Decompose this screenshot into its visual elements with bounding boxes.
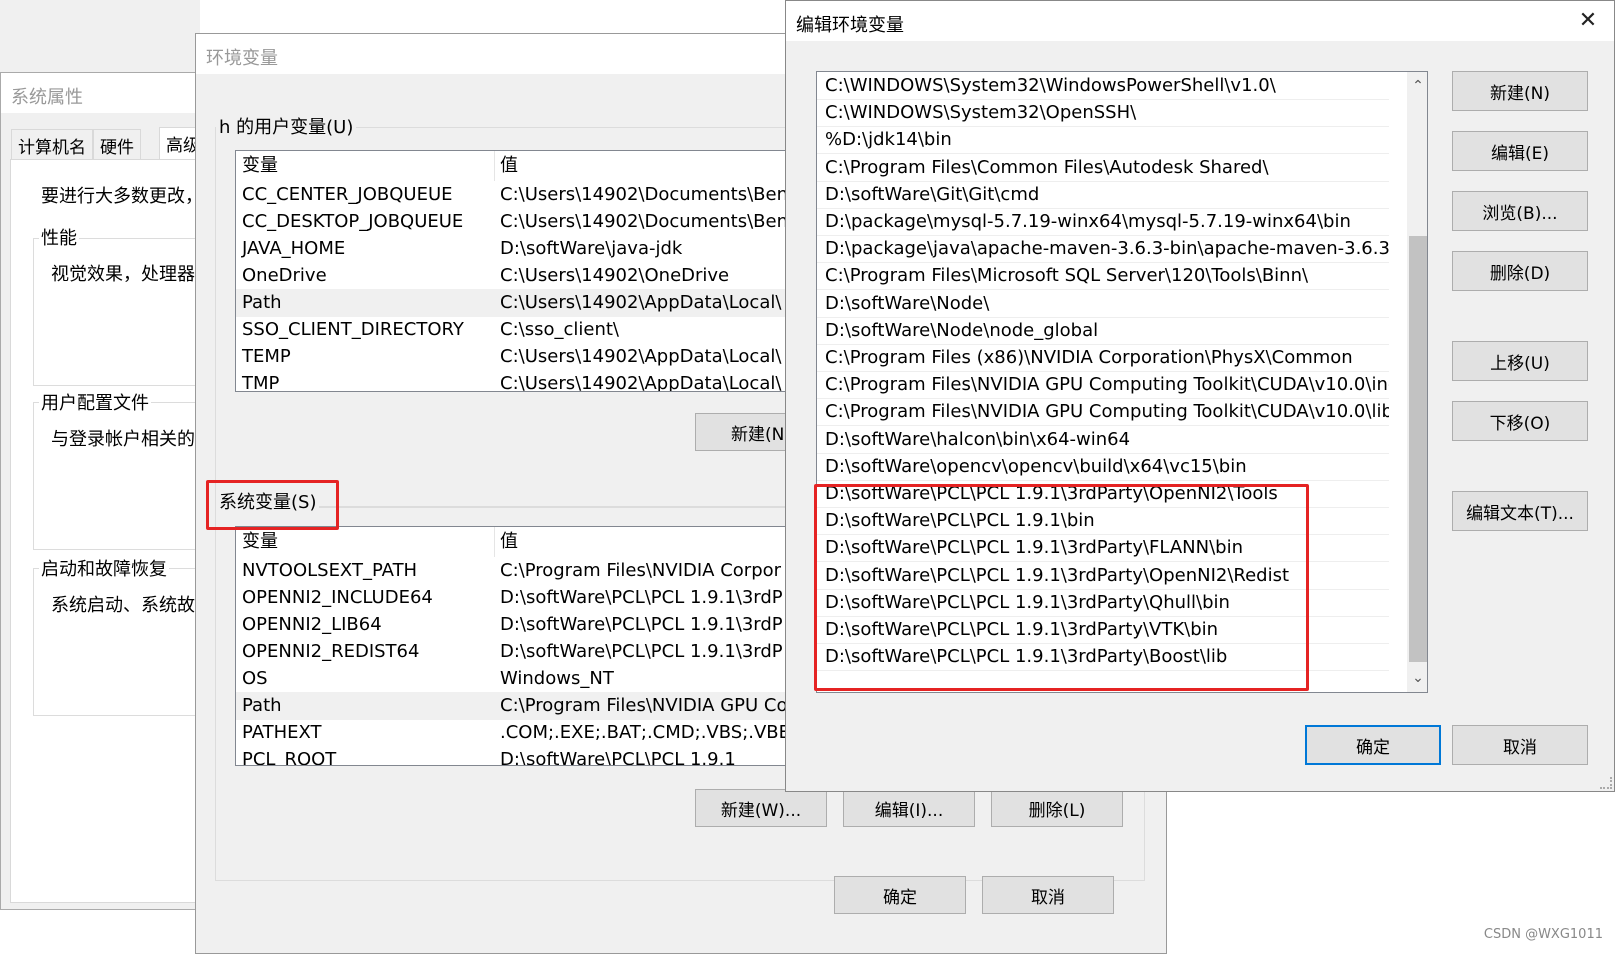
variable-value: C:\Users\14902\Documents\Ben xyxy=(500,211,789,232)
scroll-up-icon[interactable]: ⌃ xyxy=(1407,72,1427,100)
variable-name: TMP xyxy=(242,373,280,392)
variable-value: C:\Users\14902\AppData\Local\ xyxy=(500,346,782,367)
edit-env-ok-button[interactable]: 确定 xyxy=(1305,725,1441,765)
edit-env-title: 编辑环境变量 xyxy=(786,1,1614,41)
system-delete-button[interactable]: 删除(L) xyxy=(991,789,1123,827)
variable-value: C:\Users\14902\OneDrive xyxy=(500,265,730,286)
variable-name: CC_DESKTOP_JOBQUEUE xyxy=(242,211,464,232)
variable-value: C:\Program Files\NVIDIA GPU Co xyxy=(500,695,788,716)
path-entry[interactable]: C:\Program Files\NVIDIA GPU Computing To… xyxy=(817,398,1389,427)
variable-name: PATHEXT xyxy=(242,722,322,743)
variable-value: D:\softWare\PCL\PCL 1.9.1\3rdP xyxy=(500,641,783,662)
variable-value: .COM;.EXE;.BAT;.CMD;.VBS;.VBE;. xyxy=(500,722,802,743)
variable-value: C:\Users\14902\Documents\Ben xyxy=(500,184,789,205)
move-up-button[interactable]: 上移(U) xyxy=(1452,341,1588,381)
variable-name: OPENNI2_LIB64 xyxy=(242,614,382,635)
column-divider[interactable] xyxy=(494,151,495,181)
performance-desc: 视觉效果，处理器 xyxy=(51,264,195,285)
variable-value: D:\softWare\PCL\PCL 1.9.1\3rdP xyxy=(500,614,783,635)
path-entry[interactable]: C:\Program Files\Common Files\Autodesk S… xyxy=(817,154,1389,182)
performance-group-title: 性能 xyxy=(39,224,79,250)
scrollbar-thumb[interactable] xyxy=(1409,236,1427,662)
edit-entry-button[interactable]: 编辑(E) xyxy=(1452,131,1588,171)
user-profiles-desc: 与登录帐户相关的 xyxy=(51,429,195,450)
env-vars-cancel-button[interactable]: 取消 xyxy=(982,876,1114,914)
variable-name: OPENNI2_REDIST64 xyxy=(242,641,420,662)
startup-recovery-group-title: 启动和故障恢复 xyxy=(39,555,169,581)
tab-computer-name[interactable]: 计算机名 xyxy=(11,129,93,159)
path-entry[interactable]: C:\Program Files\Microsoft SQL Server\12… xyxy=(817,262,1389,291)
system-properties-title: 系统属性 xyxy=(1,73,204,113)
variable-name: CC_CENTER_JOBQUEUE xyxy=(242,184,453,205)
vertical-scrollbar[interactable]: ⌃ ⌄ xyxy=(1407,72,1427,692)
watermark: CSDN @WXG1011 xyxy=(1483,927,1603,942)
startup-recovery-desc: 系统启动、系统故 xyxy=(51,595,195,616)
variable-name: OS xyxy=(242,668,268,689)
variable-value: C:\Program Files\NVIDIA Corpor xyxy=(500,560,782,581)
user-profiles-group-title: 用户配置文件 xyxy=(39,389,151,415)
path-entry[interactable]: D:\package\java\apache-maven-3.6.3-bin\a… xyxy=(817,235,1389,264)
env-vars-ok-button[interactable]: 确定 xyxy=(834,876,966,914)
variable-value: D:\softWare\PCL\PCL 1.9.1\3rdP xyxy=(500,587,783,608)
edit-text-button[interactable]: 编辑文本(T)... xyxy=(1452,491,1588,531)
new-entry-button[interactable]: 新建(N) xyxy=(1452,71,1588,111)
browse-button[interactable]: 浏览(B)... xyxy=(1452,191,1588,231)
column-header-variable[interactable]: 变量 xyxy=(242,151,278,181)
variable-name: OPENNI2_INCLUDE64 xyxy=(242,587,433,608)
path-entry[interactable]: C:\WINDOWS\System32\OpenSSH\ xyxy=(817,99,1389,128)
column-header-value[interactable]: 值 xyxy=(500,151,518,181)
variable-name: OneDrive xyxy=(242,265,327,286)
path-entry[interactable]: %D:\jdk14\bin xyxy=(817,126,1389,155)
column-divider[interactable] xyxy=(494,527,495,557)
variable-value: D:\softWare\PCL\PCL 1.9.1 xyxy=(500,749,736,766)
move-down-button[interactable]: 下移(O) xyxy=(1452,401,1588,441)
variable-value: D:\softWare\java-jdk xyxy=(500,238,683,259)
admin-note: 要进行大多数更改， xyxy=(41,186,203,207)
system-vars-highlight xyxy=(206,480,339,530)
variable-name: Path xyxy=(242,292,282,313)
system-new-button[interactable]: 新建(W)... xyxy=(695,789,827,827)
variable-name: Path xyxy=(242,695,282,716)
user-vars-group-title: h 的用户变量(U) xyxy=(216,113,357,139)
path-entry[interactable]: D:\softWare\opencv\opencv\build\x64\vc15… xyxy=(817,453,1389,481)
variable-name: TEMP xyxy=(242,346,291,367)
tab-hardware[interactable]: 硬件 xyxy=(93,129,141,159)
delete-entry-button[interactable]: 删除(D) xyxy=(1452,251,1588,291)
path-entry[interactable]: D:\softWare\Node\node_global xyxy=(817,317,1389,345)
system-properties-window: 系统属性 计算机名 硬件 高级 要进行大多数更改， 性能 视觉效果，处理器 用户… xyxy=(0,72,213,910)
tab-content-panel: 要进行大多数更改， 性能 视觉效果，处理器 用户配置文件 与登录帐户相关的 启动… xyxy=(10,159,213,903)
variable-value: C:\Users\14902\AppData\Local\ xyxy=(500,292,782,313)
path-entry[interactable]: D:\softWare\Git\Git\cmd xyxy=(817,181,1389,209)
column-header-variable[interactable]: 变量 xyxy=(242,527,278,557)
path-entry[interactable]: C:\WINDOWS\System32\WindowsPowerShell\v1… xyxy=(817,72,1389,100)
path-entry[interactable]: D:\package\mysql-5.7.19-winx64\mysql-5.7… xyxy=(817,208,1389,236)
path-entry[interactable]: C:\Program Files\NVIDIA GPU Computing To… xyxy=(817,371,1389,400)
resize-grip-icon[interactable] xyxy=(1600,777,1612,789)
variable-value: C:\sso_client\ xyxy=(500,319,619,340)
scroll-down-icon[interactable]: ⌄ xyxy=(1407,664,1427,692)
edit-env-cancel-button[interactable]: 取消 xyxy=(1452,725,1588,765)
edit-env-title-text: 编辑环境变量 xyxy=(796,15,904,36)
variable-name: NVTOOLSEXT_PATH xyxy=(242,560,418,581)
pcl-entries-highlight xyxy=(814,484,1309,691)
system-edit-button[interactable]: 编辑(I)... xyxy=(843,789,975,827)
desktop-background xyxy=(0,0,200,74)
variable-name: JAVA_HOME xyxy=(242,238,346,259)
variable-name: SSO_CLIENT_DIRECTORY xyxy=(242,319,464,340)
path-entry[interactable]: D:\softWare\halcon\bin\x64-win64 xyxy=(817,426,1389,454)
variable-name: PCL_ROOT xyxy=(242,749,337,766)
close-icon[interactable]: ✕ xyxy=(1570,5,1606,37)
path-entry[interactable]: D:\softWare\Node\ xyxy=(817,290,1389,318)
variable-value: Windows_NT xyxy=(500,668,614,689)
column-header-value[interactable]: 值 xyxy=(500,527,518,557)
path-entry[interactable]: C:\Program Files (x86)\NVIDIA Corporatio… xyxy=(817,344,1389,372)
variable-value: C:\Users\14902\AppData\Local\ xyxy=(500,373,782,392)
